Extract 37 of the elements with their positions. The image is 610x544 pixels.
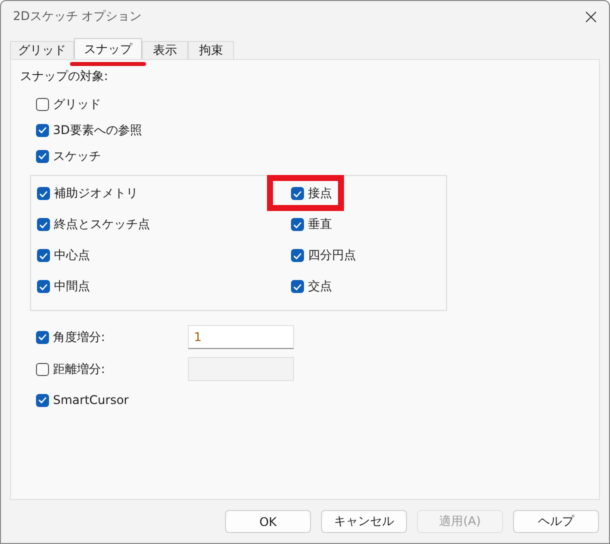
- dialog-button[interactable]: ヘルプ: [513, 510, 599, 533]
- option-label: 距離増分:: [53, 360, 106, 378]
- checkbox[interactable]: [37, 249, 50, 262]
- tab[interactable]: グリッド: [10, 41, 74, 59]
- option-label: 垂直: [308, 216, 332, 233]
- checkbox[interactable]: [36, 330, 49, 344]
- checkbox[interactable]: [37, 280, 50, 293]
- option-label: 中心点: [54, 247, 90, 264]
- option-label: スケッチ: [53, 148, 101, 164]
- option-label: 角度増分:: [53, 328, 106, 346]
- checkbox[interactable]: [291, 187, 304, 200]
- checkbox[interactable]: [36, 124, 49, 136]
- dialog-button[interactable]: OK: [225, 510, 311, 533]
- dialog-button[interactable]: キャンセル: [321, 510, 407, 533]
- checkbox[interactable]: [291, 280, 304, 293]
- tab[interactable]: 表示: [142, 41, 188, 59]
- window-title: 2Dスケッチ オプション: [13, 8, 142, 25]
- checkbox[interactable]: [36, 394, 49, 406]
- input-field[interactable]: 1: [188, 325, 294, 349]
- checkbox[interactable]: [291, 249, 304, 262]
- checkbox[interactable]: [36, 150, 49, 162]
- checkbox[interactable]: [37, 218, 50, 231]
- option-label: 3D要素への参照: [53, 122, 142, 138]
- option-label: 交点: [308, 278, 332, 295]
- option-label: 補助ジオメトリ: [54, 185, 138, 202]
- option-label: グリッド: [53, 96, 101, 112]
- option-label: 中間点: [54, 278, 90, 295]
- checkbox[interactable]: [37, 187, 50, 200]
- close-icon[interactable]: [585, 10, 597, 22]
- checkbox[interactable]: [36, 98, 49, 110]
- option-label: 四分円点: [308, 247, 356, 264]
- option-label: 終点とスケッチ点: [54, 216, 150, 233]
- tab[interactable]: 拘束: [188, 41, 234, 59]
- option-label: 接点: [308, 185, 332, 202]
- option-label: SmartCursor: [53, 393, 129, 407]
- section-label: スナップの対象:: [20, 68, 110, 85]
- checkbox[interactable]: [291, 218, 304, 231]
